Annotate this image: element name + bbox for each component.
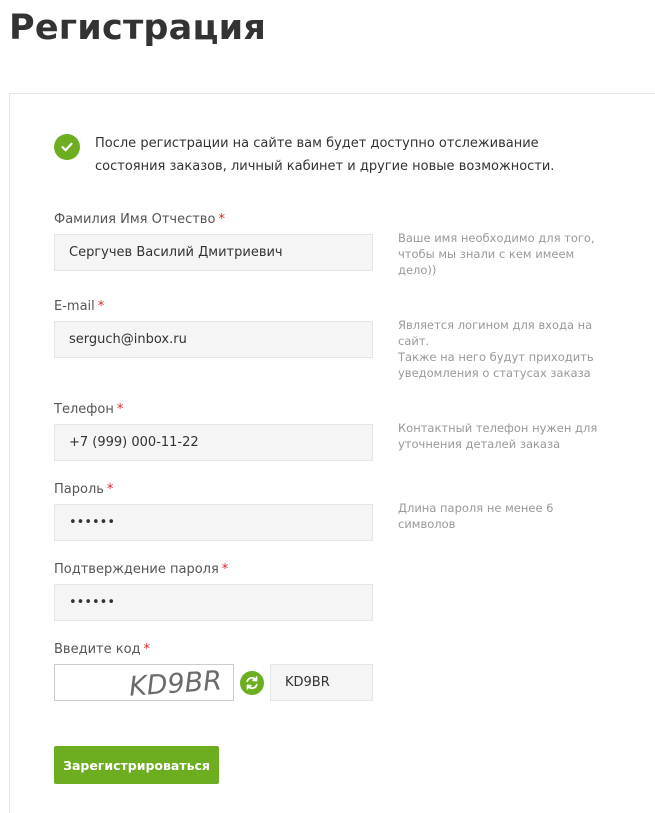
registration-notice: После регистрации на сайте вам будет дос…: [95, 136, 555, 174]
phone-hint-text: Контактный телефон нужен для уточнения д…: [398, 421, 598, 451]
password-label: Пароль *: [54, 482, 113, 497]
password-input[interactable]: [54, 504, 373, 541]
password-hint: Длина пароля не менее 6 символов: [398, 500, 598, 532]
email-input[interactable]: [54, 321, 373, 358]
required-mark: *: [106, 482, 114, 497]
email-label-text: E-mail: [54, 299, 95, 314]
password-label-text: Пароль: [54, 482, 104, 497]
email-hint-text-2: Также на него будут приходить уведомлени…: [398, 350, 594, 380]
required-mark: *: [116, 402, 124, 417]
captcha-input[interactable]: [270, 664, 373, 701]
captcha-label: Введите код *: [54, 642, 150, 657]
captcha-image-text: KD9BR: [128, 665, 223, 700]
phone-input[interactable]: [54, 424, 373, 461]
required-mark: *: [221, 562, 229, 577]
captcha-label-text: Введите код: [54, 642, 141, 657]
password-confirm-input[interactable]: [54, 584, 373, 621]
check-circle-icon: [54, 134, 80, 160]
captcha-image: KD9BR: [54, 664, 234, 703]
required-mark: *: [218, 212, 225, 227]
email-hint-text-1: Является логином для входа на сайт.: [398, 318, 593, 348]
register-button[interactable]: Зарегистрироваться: [54, 746, 219, 784]
refresh-icon[interactable]: [240, 671, 264, 695]
password-hint-text: Длина пароля не менее 6 символов: [398, 501, 554, 531]
page-title: Регистрация: [9, 8, 267, 48]
email-hint: Является логином для входа на сайт. Такж…: [398, 317, 598, 381]
password-confirm-label: Подтверждение пароля *: [54, 562, 228, 577]
fio-hint: Ваше имя необходимо для того, чтобы мы з…: [398, 230, 598, 278]
phone-hint: Контактный телефон нужен для уточнения д…: [398, 420, 598, 452]
required-mark: *: [143, 642, 151, 657]
email-label: E-mail *: [54, 299, 104, 314]
required-mark: *: [97, 299, 105, 314]
phone-label: Телефон *: [54, 402, 123, 417]
fio-label-text: Фамилия Имя Отчество: [54, 212, 216, 227]
phone-label-text: Телефон: [54, 402, 114, 417]
fio-input[interactable]: [54, 234, 373, 271]
fio-hint-text: Ваше имя необходимо для того, чтобы мы з…: [398, 231, 595, 277]
fio-label: Фамилия Имя Отчество *: [54, 212, 225, 227]
password-confirm-label-text: Подтверждение пароля: [54, 562, 219, 577]
